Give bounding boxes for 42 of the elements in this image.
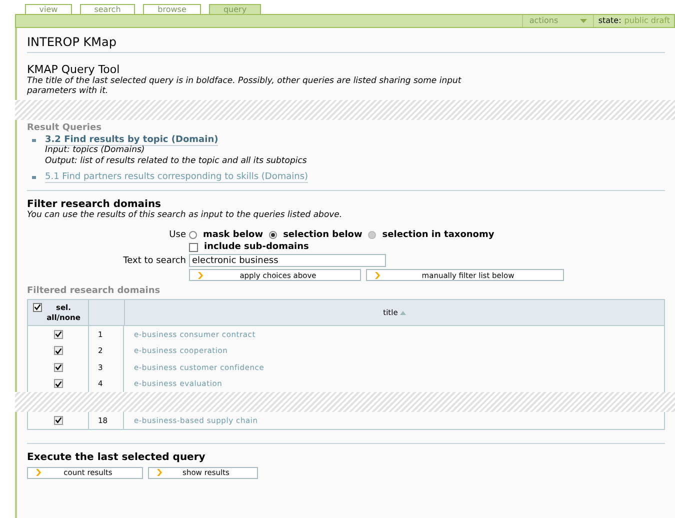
section-heading: Filter research domains (27, 199, 162, 210)
bullet-icon (32, 139, 36, 142)
arrow-icon (198, 272, 204, 278)
description: You can use the results of this search as input to the queries listed above. (27, 210, 344, 222)
radio-button[interactable] (189, 231, 197, 239)
row-checkbox[interactable] (54, 346, 62, 356)
query-detail: Input: topics (Domains) (45, 145, 146, 156)
checkbox-label: include sub-domains (204, 242, 309, 252)
arrow-icon (157, 469, 163, 476)
row-checkbox[interactable] (54, 330, 62, 339)
radio-label: selection in taxonomy (382, 230, 494, 240)
row-checkbox[interactable] (54, 379, 62, 388)
tab[interactable]: browse (143, 4, 201, 14)
query-detail: Output: list of results related to the topic and all its subtopics (45, 156, 307, 167)
radio-label: mask below (203, 230, 264, 240)
radio-button[interactable] (269, 231, 278, 239)
select-all-checkbox[interactable] (32, 302, 42, 312)
bullet-icon (32, 176, 36, 179)
query-link[interactable]: 5.1 Find partners results corresponding to skills (Domains) (45, 172, 308, 183)
section-heading: Filtered research domains (27, 285, 162, 296)
state-value: public draft (624, 15, 670, 27)
tab[interactable]: view (25, 4, 72, 14)
radio-label: selection below (283, 230, 362, 240)
page-title: INTEROP KMap (27, 28, 665, 53)
section-heading: Execute the last selected query (27, 452, 206, 462)
search-field[interactable]: electronic business (189, 254, 386, 267)
state-label: state: (598, 15, 622, 27)
checkbox[interactable] (189, 242, 198, 252)
caret-icon (580, 19, 588, 23)
section-heading: KMAP Query Tool (27, 63, 121, 76)
use-label: Use (168, 230, 187, 240)
tab[interactable]: search (80, 4, 135, 14)
query-link[interactable]: 3.2 Find results by topic (Domain) (45, 135, 218, 146)
section-heading: Result Queries (27, 122, 102, 133)
search-label: Text to search (122, 256, 187, 266)
actions-menu[interactable]: actions (522, 15, 594, 27)
row-checkbox[interactable] (54, 362, 62, 372)
description: The title of the last selected query is in boldface. Possibly, other queries are listed sharing some input parameters with it. (27, 76, 462, 98)
tab[interactable]: query (209, 4, 261, 14)
arrow-icon (36, 469, 42, 476)
arrow-icon (375, 272, 381, 278)
row-checkbox[interactable] (54, 416, 62, 425)
